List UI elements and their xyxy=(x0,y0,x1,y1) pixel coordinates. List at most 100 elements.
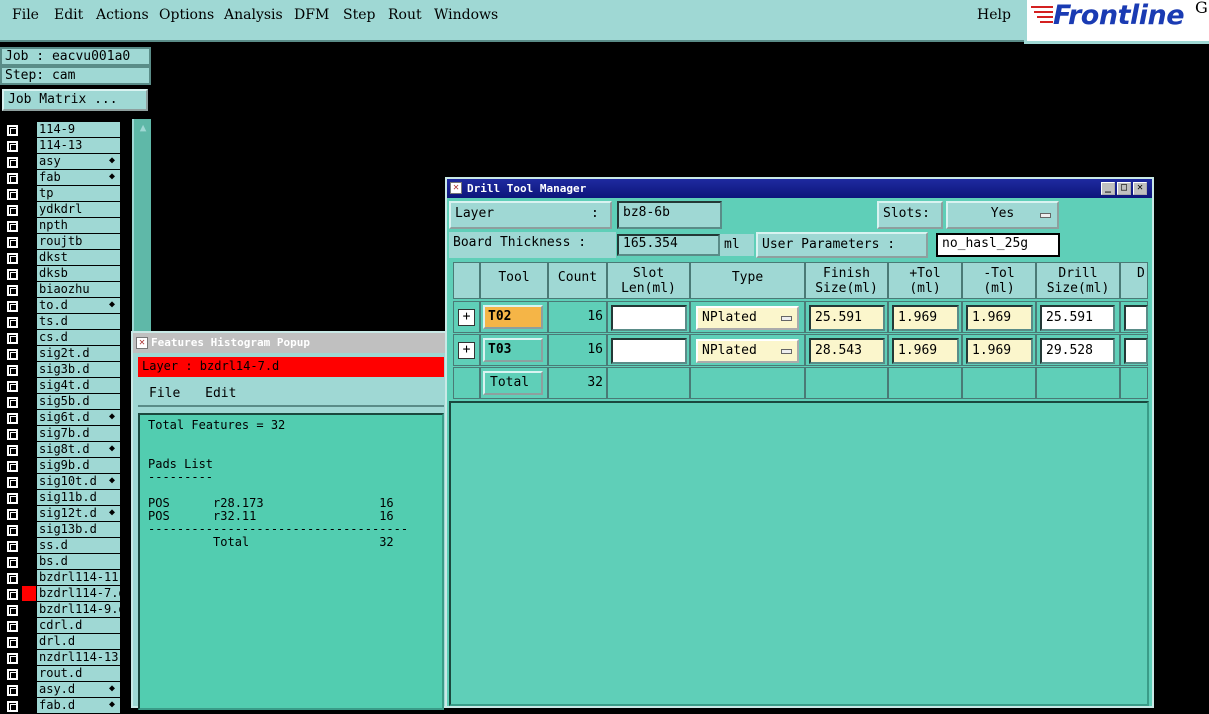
histogram-menu-file[interactable]: File xyxy=(149,386,180,401)
layer-checkbox[interactable] xyxy=(7,669,18,680)
histogram-titlebar[interactable]: ✕ Features Histogram Popup xyxy=(133,333,445,353)
layer-checkbox[interactable] xyxy=(7,477,18,488)
tool-name-button[interactable]: T02 xyxy=(483,305,543,329)
layer-affected-indicator[interactable] xyxy=(22,362,36,377)
layer-affected-indicator[interactable] xyxy=(22,234,36,249)
menu-edit[interactable]: Edit xyxy=(54,7,83,23)
layer-row[interactable]: bzdrl114-7.d xyxy=(0,586,124,602)
layer-name[interactable]: cs.d xyxy=(37,330,120,345)
layer-affected-indicator[interactable] xyxy=(22,490,36,505)
layer-name[interactable]: to.d ◆ xyxy=(37,298,120,313)
layer-name[interactable]: sig10t.d ◆ xyxy=(37,474,120,489)
layer-affected-indicator[interactable] xyxy=(22,202,36,217)
layer-row[interactable]: ydkdrl xyxy=(0,202,124,218)
layer-name[interactable]: sig8t.d ◆ xyxy=(37,442,120,457)
layer-checkbox[interactable] xyxy=(7,429,18,440)
layer-affected-indicator[interactable] xyxy=(22,666,36,681)
layer-name[interactable]: fab ◆ xyxy=(37,170,120,185)
layer-row[interactable]: tp xyxy=(0,186,124,202)
layer-name[interactable]: bzdrl114-9.d xyxy=(37,602,120,617)
maximize-icon[interactable]: □ xyxy=(1117,182,1131,195)
layer-name[interactable]: fab.d ◆ xyxy=(37,698,120,713)
layer-name[interactable]: rout.d xyxy=(37,666,120,681)
menu-step[interactable]: Step xyxy=(343,7,375,23)
layer-name[interactable]: sig6t.d ◆ xyxy=(37,410,120,425)
layer-checkbox[interactable] xyxy=(7,269,18,280)
layer-name[interactable]: sig11b.d xyxy=(37,490,120,505)
layer-checkbox[interactable] xyxy=(7,317,18,328)
layer-affected-indicator[interactable] xyxy=(22,250,36,265)
histogram-text[interactable]: Total Features = 32 Pads List --------- … xyxy=(138,413,444,710)
layer-row[interactable]: fab ◆ xyxy=(0,170,124,186)
layer-affected-indicator[interactable] xyxy=(22,538,36,553)
layer-checkbox[interactable] xyxy=(7,493,18,504)
layer-checkbox[interactable] xyxy=(7,573,18,584)
user-parameters-button[interactable]: User Parameters : xyxy=(756,232,928,258)
layer-row[interactable]: rout.d xyxy=(0,666,124,682)
scroll-up-icon[interactable]: ▲ xyxy=(136,121,150,134)
layer-row[interactable]: sig6t.d ◆ xyxy=(0,410,124,426)
field-drill[interactable]: 25.591 xyxy=(1040,305,1115,331)
menu-file[interactable]: File xyxy=(12,7,39,23)
layer-row[interactable]: sig12t.d ◆ xyxy=(0,506,124,522)
menu-dfm[interactable]: DFM xyxy=(294,7,329,23)
layer-name[interactable]: sig4t.d xyxy=(37,378,120,393)
field-slot[interactable] xyxy=(611,305,687,331)
layer-checkbox[interactable] xyxy=(7,157,18,168)
expand-row-icon[interactable]: + xyxy=(458,342,475,359)
menu-options[interactable]: Options xyxy=(159,7,214,23)
layer-affected-indicator[interactable] xyxy=(22,570,36,585)
close-icon[interactable]: ✕ xyxy=(1133,182,1147,195)
layer-row[interactable]: npth xyxy=(0,218,124,234)
board-thickness-field[interactable]: 165.354 xyxy=(617,234,720,256)
layer-affected-indicator[interactable] xyxy=(22,602,36,617)
layer-row[interactable]: asy.d ◆ xyxy=(0,682,124,698)
layer-affected-indicator[interactable] xyxy=(22,682,36,697)
menu-rout[interactable]: Rout xyxy=(388,7,422,23)
layer-checkbox[interactable] xyxy=(7,445,18,456)
layer-row[interactable]: 114-9 xyxy=(0,122,124,138)
layer-row[interactable]: asy ◆ xyxy=(0,154,124,170)
layer-affected-indicator[interactable] xyxy=(22,298,36,313)
layer-row[interactable]: 114-13 xyxy=(0,138,124,154)
field-mtol[interactable]: 1.969 xyxy=(966,305,1033,331)
layer-name[interactable]: ts.d xyxy=(37,314,120,329)
layer-name[interactable]: sig9b.d xyxy=(37,458,120,473)
layer-affected-indicator[interactable] xyxy=(22,554,36,569)
layer-checkbox[interactable] xyxy=(7,333,18,344)
layer-row[interactable]: ts.d xyxy=(0,314,124,330)
layer-name[interactable]: sig13b.d xyxy=(37,522,120,537)
layer-affected-indicator[interactable] xyxy=(22,138,36,153)
layer-field[interactable]: bz8-6b xyxy=(617,201,722,229)
layer-checkbox[interactable] xyxy=(7,637,18,648)
layer-affected-indicator[interactable] xyxy=(22,410,36,425)
layer-row[interactable]: sig2t.d xyxy=(0,346,124,362)
layer-row[interactable]: sig10t.d ◆ xyxy=(0,474,124,490)
layer-checkbox[interactable] xyxy=(7,253,18,264)
layer-name[interactable]: roujtb xyxy=(37,234,120,249)
layer-checkbox[interactable] xyxy=(7,365,18,376)
layer-row[interactable]: fab.d ◆ xyxy=(0,698,124,714)
layer-row[interactable]: sig11b.d xyxy=(0,490,124,506)
layer-checkbox[interactable] xyxy=(7,141,18,152)
layer-checkbox[interactable] xyxy=(7,557,18,568)
layer-checkbox[interactable] xyxy=(7,221,18,232)
layer-affected-indicator[interactable] xyxy=(22,474,36,489)
layer-checkbox[interactable] xyxy=(7,541,18,552)
layer-name[interactable]: nzdrl114-13.d xyxy=(37,650,120,665)
field-ptol[interactable]: 1.969 xyxy=(892,305,959,331)
field-mtol[interactable]: 1.969 xyxy=(966,338,1033,364)
layer-name[interactable]: dksb xyxy=(37,266,120,281)
layer-affected-indicator[interactable] xyxy=(22,170,36,185)
user-parameters-field[interactable]: no_hasl_25g xyxy=(936,233,1060,257)
layer-affected-indicator[interactable] xyxy=(22,650,36,665)
menu-actions[interactable]: Actions xyxy=(96,7,149,23)
layer-name[interactable]: bzdrl114-11.d xyxy=(37,570,120,585)
layer-affected-indicator[interactable] xyxy=(22,698,36,713)
slots-dropdown[interactable]: Yes xyxy=(946,201,1059,229)
minimize-icon[interactable]: _ xyxy=(1101,182,1115,195)
layer-affected-indicator[interactable] xyxy=(22,330,36,345)
layer-row[interactable]: biaozhu xyxy=(0,282,124,298)
layer-name[interactable]: 114-9 xyxy=(37,122,120,137)
layer-checkbox[interactable] xyxy=(7,685,18,696)
